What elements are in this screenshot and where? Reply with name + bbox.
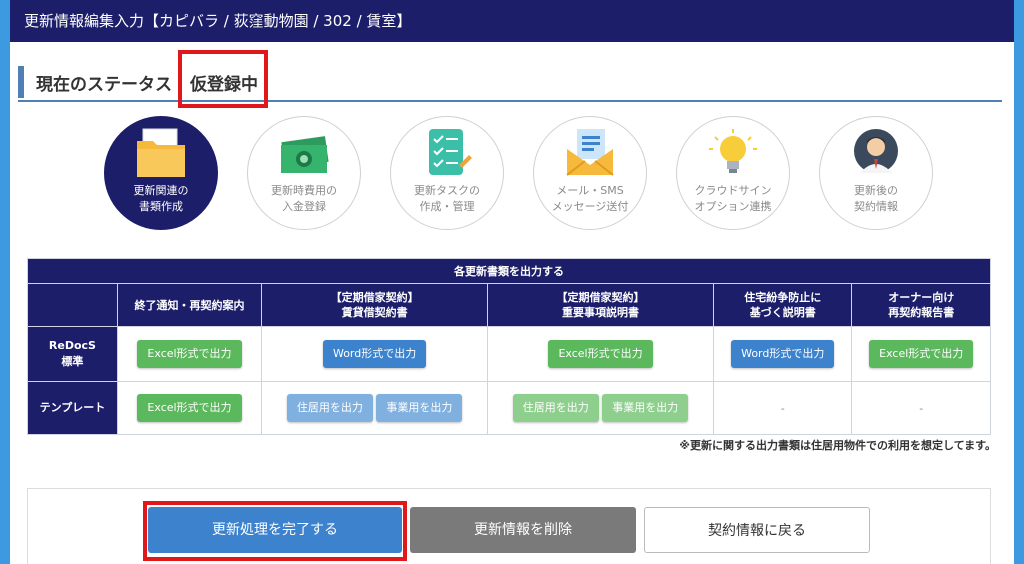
workflow-steps: 更新関連の 書類作成 更新時費用の 入金登録 更新タスクの 作成・管理 メール・… — [10, 116, 1014, 234]
step-label-line1: 更新後の — [854, 184, 898, 197]
step-label-line1: メール・SMS — [556, 184, 624, 197]
usage-note: ※更新に関する出力書類は住居用物件での利用を想定してます。 — [679, 439, 996, 452]
row-header-line1: ReDocS — [48, 339, 96, 352]
column-header-line2: 重要事項説明書 — [562, 306, 640, 319]
column-header-line2: 再契約報告書 — [888, 306, 955, 319]
column-header: オーナー向け 再契約報告書 — [851, 283, 991, 327]
step-label-line1: 更新関連の — [133, 184, 189, 197]
column-header-line1: 住宅紛争防止に — [744, 291, 822, 304]
complete-renewal-button[interactable]: 更新処理を完了する — [148, 507, 402, 553]
status-section: 現在のステータス 仮登録中 — [18, 50, 1002, 108]
step-label-line2: 契約情報 — [854, 200, 898, 213]
step-label-line2: 入金登録 — [282, 200, 326, 213]
column-header-line2: 基づく説明書 — [749, 306, 816, 319]
column-header-line1: 【定期借家契約】 — [556, 291, 645, 304]
step-document-creation[interactable]: 更新関連の 書類作成 — [104, 116, 218, 230]
excel-output-button[interactable]: Excel形式で出力 — [869, 340, 974, 368]
column-header-line1: 終了通知・再契約案内 — [134, 298, 245, 312]
column-header: 住宅紛争防止に 基づく説明書 — [713, 283, 853, 327]
document-output-table: 各更新書類を出力する 終了通知・再契約案内 【定期借家契約】 賃貸借契約書 【定… — [27, 258, 991, 435]
excel-output-button[interactable]: Excel形式で出力 — [137, 394, 242, 422]
excel-output-button[interactable]: Excel形式で出力 — [548, 340, 653, 368]
money-icon — [281, 136, 329, 173]
residential-output-button[interactable]: 住居用を出力 — [512, 394, 599, 422]
delete-renewal-button[interactable]: 更新情報を削除 — [410, 507, 636, 553]
action-footer: 更新処理を完了する 更新情報を削除 契約情報に戻る — [27, 488, 991, 564]
row-header: テンプレート — [27, 381, 118, 435]
word-output-button[interactable]: Word形式で出力 — [322, 340, 427, 368]
column-header-line2: 賃貸借契約書 — [341, 306, 408, 319]
residential-output-button[interactable]: 住居用を出力 — [286, 394, 373, 422]
word-output-button[interactable]: Word形式で出力 — [731, 340, 835, 368]
table-row: ReDocS 標準 Excel形式で出力 Word形式で出力 Excel形式で出… — [27, 326, 991, 382]
status-value: 仮登録中 — [190, 75, 258, 95]
mail-icon — [566, 129, 614, 176]
step-message-send[interactable]: メール・SMS メッセージ送付 — [533, 116, 647, 230]
back-to-contract-button[interactable]: 契約情報に戻る — [644, 507, 870, 553]
person-icon — [854, 129, 898, 173]
row-header: ReDocS 標準 — [27, 326, 118, 382]
table-header-row: 終了通知・再契約案内 【定期借家契約】 賃貸借契約書 【定期借家契約】 重要事項… — [27, 283, 991, 327]
step-label-line1: 更新時費用の — [271, 184, 337, 197]
corner-cell — [27, 283, 118, 327]
column-header: 終了通知・再契約案内 — [116, 283, 263, 327]
step-contract-info[interactable]: 更新後の 契約情報 — [819, 116, 933, 230]
table-row: テンプレート Excel形式で出力 住居用を出力 事業用を出力 住居用を出力 事… — [27, 381, 991, 435]
step-label-line1: クラウドサイン — [694, 184, 772, 197]
empty-cell: - — [851, 381, 991, 435]
step-label-line2: メッセージ送付 — [551, 200, 629, 213]
excel-output-button[interactable]: Excel形式で出力 — [137, 340, 242, 368]
business-output-button[interactable]: 事業用を出力 — [376, 394, 463, 422]
step-cloudsign-option[interactable]: クラウドサイン オプション連携 — [676, 116, 790, 230]
section-accent-bar — [18, 66, 24, 98]
step-label-line2: 書類作成 — [139, 200, 183, 213]
lightbulb-icon — [709, 129, 757, 173]
checklist-icon — [429, 129, 472, 175]
table-caption: 各更新書類を出力する — [27, 258, 991, 284]
row-header-line2: 標準 — [61, 355, 84, 368]
step-task-management[interactable]: 更新タスクの 作成・管理 — [390, 116, 504, 230]
page-title: 更新情報編集入力【カピバラ / 荻窪動物園 / 302 / 賃室】 — [10, 0, 1014, 42]
step-label-line1: 更新タスクの — [414, 184, 480, 197]
step-label-line2: 作成・管理 — [419, 200, 475, 213]
step-label-line2: オプション連携 — [694, 200, 772, 213]
empty-cell: - — [713, 381, 853, 435]
status-label: 現在のステータス — [36, 75, 172, 95]
step-payment-registration[interactable]: 更新時費用の 入金登録 — [247, 116, 361, 230]
column-header-line1: 【定期借家契約】 — [330, 291, 419, 304]
app-frame: 更新情報編集入力【カピバラ / 荻窪動物園 / 302 / 賃室】 現在のステー… — [10, 0, 1014, 564]
business-output-button[interactable]: 事業用を出力 — [602, 394, 689, 422]
column-header-line1: オーナー向け — [888, 291, 955, 304]
column-header: 【定期借家契約】 賃貸借契約書 — [261, 283, 489, 327]
folder-icon — [137, 128, 185, 177]
column-header: 【定期借家契約】 重要事項説明書 — [487, 283, 715, 327]
